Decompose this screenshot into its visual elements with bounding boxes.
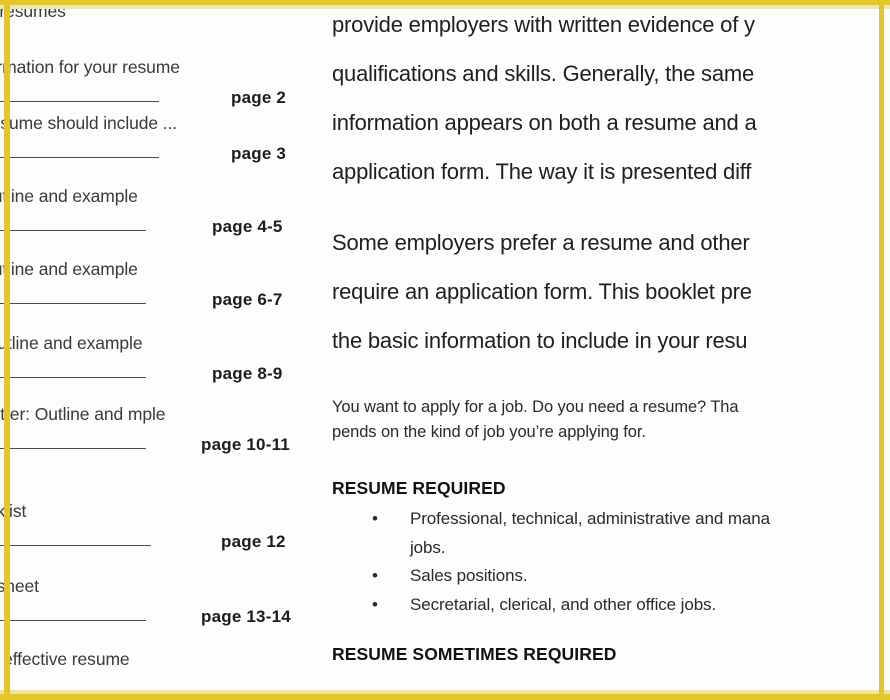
toc-page-number: page 12 — [221, 532, 286, 551]
text-line: pends on the kind of job you’re applying… — [332, 423, 646, 441]
toc-leader-row: page 2 — [0, 79, 318, 109]
list-item: • Sales positions. — [332, 562, 890, 591]
toc-entry-title: ndard resume should include ... — [0, 113, 178, 133]
table-of-contents-column: or good resumesting information for your… — [0, 0, 318, 700]
toc-leader-line — [0, 448, 146, 449]
toc-entry-title: ting information for your resume — [0, 57, 180, 77]
toc-leader-row: page 6-7 — [0, 281, 318, 311]
page-border-right — [879, 0, 884, 700]
toc-leader-line — [0, 620, 146, 621]
paragraph-apply-question: You want to apply for a job. Do you need… — [332, 395, 890, 445]
list-item-line: Sales positions. — [410, 566, 528, 585]
text-line: require an application form. This bookle… — [332, 279, 752, 304]
text-line: application form. The way it is presente… — [332, 159, 752, 184]
toc-entry[interactable]: letter: Outline and example page 8-9 — [0, 332, 318, 385]
toc-page-number: page 6-7 — [212, 290, 283, 309]
toc-entry-title: ne checklist — [0, 501, 27, 521]
page-border-top-soft — [0, 5, 890, 9]
toc-entry[interactable]: ne worksheet page 13-14 — [0, 575, 318, 628]
paragraph-employers: Some employers prefer a resume and other… — [332, 218, 890, 365]
toc-entry-title: ne worksheet — [0, 576, 39, 596]
toc-entry-title: cation letter: Outline and mple — [0, 404, 166, 424]
toc-leader-row: page 12 — [0, 523, 318, 553]
list-item: • Secretarial, clerical, and other offic… — [332, 591, 890, 620]
page-border-left — [4, 0, 10, 700]
bullet-icon: • — [372, 566, 378, 585]
toc-page-number: page 10-11 — [201, 435, 290, 454]
toc-entry[interactable]: ne checklist page 12 — [0, 500, 318, 553]
toc-entry[interactable]: s for the effective resume — [0, 648, 318, 671]
list-item: • Professional, technical, administrativ… — [332, 505, 890, 562]
page-border-bottom — [0, 694, 890, 700]
resume-required-bullet-list: • Professional, technical, administrativ… — [332, 505, 890, 619]
toc-leader-row: page 8-9 — [0, 355, 318, 385]
toc-entry-title: s for the effective resume — [0, 649, 130, 669]
list-item-line: Secretarial, clerical, and other office … — [410, 594, 717, 614]
text-line: the basic information to include in your… — [332, 328, 748, 353]
section-heading-resume-required: RESUME REQUIRED — [332, 478, 506, 498]
page-border-top — [0, 0, 890, 5]
toc-entry-title: letter: Outline and example — [0, 333, 143, 353]
toc-page-number: page 4-5 — [212, 217, 283, 236]
toc-leader-row: page 10-11 — [0, 426, 318, 456]
toc-leader-line — [0, 101, 159, 102]
toc-entry[interactable]: ndard resume should include ... page 3 — [0, 112, 318, 165]
toc-entry-title: ne 1: Outline and example — [0, 186, 138, 206]
body-text-block: provide employers with written evidence … — [332, 0, 890, 667]
toc-page-number: page 8-9 — [212, 364, 283, 383]
toc-entry-title: ne 2: Outline and example — [0, 259, 138, 279]
toc-leader-row: page 13-14 — [0, 598, 318, 628]
toc-page-number: page 3 — [231, 144, 287, 163]
toc-leader-row: page 3 — [0, 135, 318, 165]
toc-page-number: page 13-14 — [201, 607, 291, 626]
toc-leader-line — [0, 303, 146, 304]
bullet-icon: • — [372, 594, 378, 614]
toc-leader-line — [0, 377, 146, 378]
list-item-line: jobs. — [410, 537, 446, 557]
body-text-column: provide employers with written evidence … — [332, 0, 890, 700]
bullet-icon: • — [372, 509, 378, 528]
text-line: information appears on both a resume and… — [332, 110, 757, 135]
text-line: Some employers prefer a resume and other — [332, 230, 750, 255]
document-page: or good resumesting information for your… — [0, 0, 890, 700]
text-line: You want to apply for a job. Do you need… — [332, 398, 739, 416]
toc-leader-line — [0, 157, 159, 158]
toc-entry[interactable]: ting information for your resume page 2 — [0, 56, 318, 109]
section-heading-resume-sometimes-required: RESUME SOMETIMES REQUIRED — [332, 644, 617, 664]
toc-entry[interactable]: ne 1: Outline and example page 4-5 — [0, 185, 318, 238]
toc-leader-row: page 4-5 — [0, 208, 318, 238]
toc-leader-line — [0, 230, 146, 231]
toc-leader-line — [0, 545, 151, 546]
list-item-line: Professional, technical, administrative … — [410, 509, 770, 528]
toc-entry[interactable]: cation letter: Outline and mple page 10-1… — [0, 403, 318, 456]
text-line: qualifications and skills. Generally, th… — [332, 61, 755, 86]
paragraph-intro: provide employers with written evidence … — [332, 0, 890, 196]
toc-page-number: page 2 — [231, 88, 287, 107]
toc-entry[interactable]: ne 2: Outline and example page 6-7 — [0, 258, 318, 311]
